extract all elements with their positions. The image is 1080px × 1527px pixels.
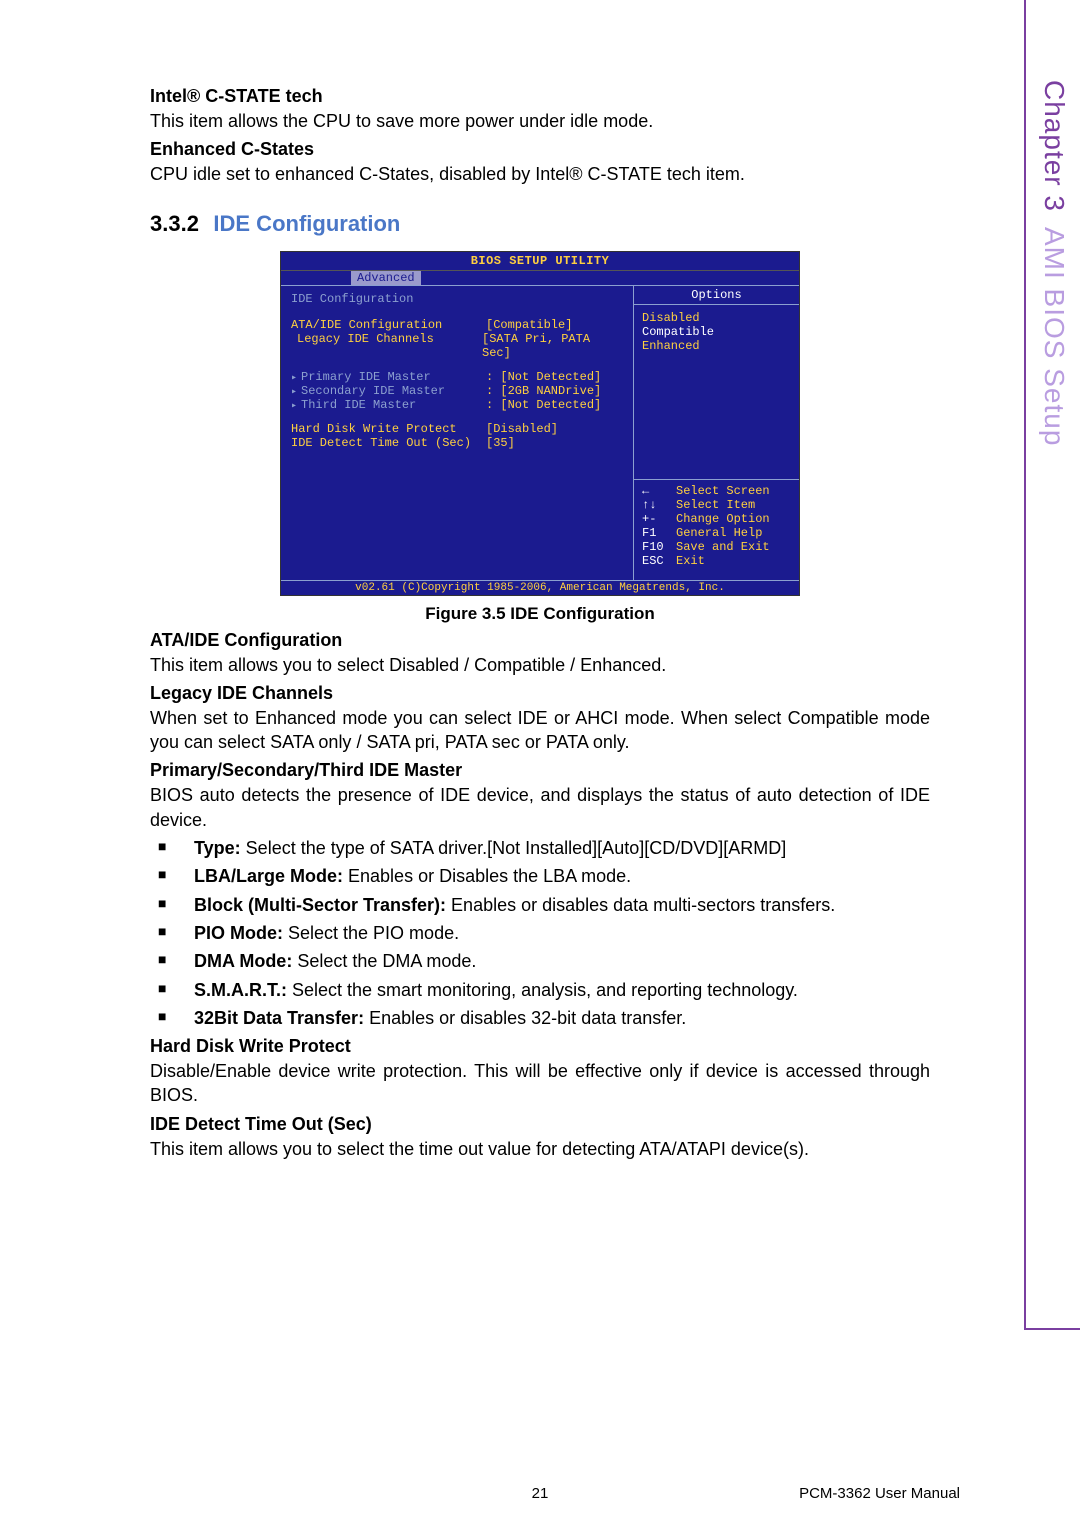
bios-row-value: : [2GB NANDrive]: [486, 384, 601, 398]
section-header: 3.3.2 IDE Configuration: [150, 211, 930, 237]
bios-nav-help: ←Select Screen ↑↓Select Item +-Change Op…: [634, 480, 799, 574]
nav-key: ←: [642, 484, 676, 498]
bios-option-selected[interactable]: Compatible: [642, 325, 791, 339]
section-num: 3.3.2: [150, 211, 199, 236]
bullet-text: Enables or disables data multi-sectors t…: [446, 895, 835, 915]
bullet-text: Select the DMA mode.: [292, 951, 476, 971]
bios-row-label: Primary IDE Master: [291, 370, 486, 384]
nav-text: Save and Exit: [676, 540, 770, 554]
bios-left-panel: IDE Configuration ATA/IDE Configuration …: [281, 286, 634, 580]
bios-row[interactable]: IDE Detect Time Out (Sec) [35]: [291, 436, 623, 450]
para-ide-detect: This item allows you to select the time …: [150, 1137, 930, 1161]
bullet-bold: LBA/Large Mode:: [194, 866, 343, 886]
bios-right-panel: Options Disabled Compatible Enhanced ←Se…: [634, 286, 799, 580]
list-item: PIO Mode: Select the PIO mode.: [154, 921, 930, 945]
bios-row[interactable]: Legacy IDE Channels [SATA Pri, PATA Sec]: [291, 332, 623, 360]
para-legacy-ide: When set to Enhanced mode you can select…: [150, 706, 930, 755]
nav-text: General Help: [676, 526, 762, 540]
bullet-text: Select the smart monitoring, analysis, a…: [287, 980, 798, 1000]
list-item: LBA/Large Mode: Enables or Disables the …: [154, 864, 930, 888]
bios-options-box: Disabled Compatible Enhanced: [634, 305, 799, 475]
nav-text: Select Screen: [676, 484, 770, 498]
section-title: IDE Configuration: [213, 211, 400, 236]
nav-text: Select Item: [676, 498, 755, 512]
bios-row-value: [SATA Pri, PATA Sec]: [482, 332, 623, 360]
hdr-legacy-ide: Legacy IDE Channels: [150, 683, 930, 704]
bios-master-row[interactable]: Primary IDE Master : [Not Detected]: [291, 370, 623, 384]
bios-menubar: Advanced: [281, 271, 799, 285]
bios-option[interactable]: Enhanced: [642, 339, 791, 353]
list-item: Type: Select the type of SATA driver.[No…: [154, 836, 930, 860]
bios-body: IDE Configuration ATA/IDE Configuration …: [281, 285, 799, 580]
bios-row-value: [Disabled]: [486, 422, 558, 436]
bios-master-row[interactable]: Third IDE Master : [Not Detected]: [291, 398, 623, 412]
hdr-ata-ide: ATA/IDE Configuration: [150, 630, 930, 651]
para-ide-master: BIOS auto detects the presence of IDE de…: [150, 783, 930, 832]
bios-row[interactable]: ATA/IDE Configuration [Compatible]: [291, 318, 623, 332]
hdr-write-protect: Hard Disk Write Protect: [150, 1036, 930, 1057]
bullet-bold: DMA Mode:: [194, 951, 292, 971]
page-body: Intel® C-STATE tech This item allows the…: [0, 0, 1080, 1527]
list-item: Block (Multi-Sector Transfer): Enables o…: [154, 893, 930, 917]
bullet-bold: PIO Mode:: [194, 923, 283, 943]
bios-row-label: IDE Detect Time Out (Sec): [291, 436, 486, 450]
hdr-enh-cstates: Enhanced C-States: [150, 139, 930, 160]
nav-key: ESC: [642, 554, 676, 568]
nav-key: +-: [642, 512, 676, 526]
hdr-ide-detect: IDE Detect Time Out (Sec): [150, 1114, 930, 1135]
bios-row-label: Hard Disk Write Protect: [291, 422, 486, 436]
bullet-bold: 32Bit Data Transfer:: [194, 1008, 364, 1028]
manual-name: PCM-3362 User Manual: [799, 1485, 960, 1502]
bios-row-value: : [Not Detected]: [486, 398, 601, 412]
list-item: S.M.A.R.T.: Select the smart monitoring,…: [154, 978, 930, 1002]
bios-option[interactable]: Disabled: [642, 311, 791, 325]
bios-row-value: [35]: [486, 436, 515, 450]
bios-tab-advanced[interactable]: Advanced: [351, 271, 421, 285]
bullet-bold: Type:: [194, 838, 241, 858]
bios-screenshot: BIOS SETUP UTILITY Advanced IDE Configur…: [280, 251, 800, 596]
content: Intel® C-STATE tech This item allows the…: [150, 86, 930, 1161]
bios-options-header: Options: [634, 286, 799, 305]
bullet-bold: Block (Multi-Sector Transfer):: [194, 895, 446, 915]
list-item: 32Bit Data Transfer: Enables or disables…: [154, 1006, 930, 1030]
bios-row-label: Secondary IDE Master: [291, 384, 486, 398]
bios-panel-header: IDE Configuration: [291, 292, 623, 306]
bullet-bold: S.M.A.R.T.:: [194, 980, 287, 1000]
bios-row-label: Third IDE Master: [291, 398, 486, 412]
nav-key: ↑↓: [642, 498, 676, 512]
bios-row-value: : [Not Detected]: [486, 370, 601, 384]
bullet-text: Select the PIO mode.: [283, 923, 459, 943]
nav-key: F1: [642, 526, 676, 540]
bios-row[interactable]: Hard Disk Write Protect [Disabled]: [291, 422, 623, 436]
bullet-list: Type: Select the type of SATA driver.[No…: [154, 836, 930, 1030]
nav-text: Exit: [676, 554, 705, 568]
bios-copyright: v02.61 (C)Copyright 1985-2006, American …: [281, 580, 799, 595]
bios-row-label: ATA/IDE Configuration: [291, 318, 486, 332]
para-cstate: This item allows the CPU to save more po…: [150, 109, 930, 133]
nav-key: F10: [642, 540, 676, 554]
bullet-text: Enables or disables 32-bit data transfer…: [364, 1008, 686, 1028]
bios-row-value: [Compatible]: [486, 318, 572, 332]
bullet-text: Enables or Disables the LBA mode.: [343, 866, 631, 886]
figure-caption: Figure 3.5 IDE Configuration: [150, 604, 930, 624]
bios-title: BIOS SETUP UTILITY: [281, 252, 799, 271]
para-enh-cstates: CPU idle set to enhanced C-States, disab…: [150, 162, 930, 186]
bullet-text: Select the type of SATA driver.[Not Inst…: [241, 838, 787, 858]
list-item: DMA Mode: Select the DMA mode.: [154, 949, 930, 973]
hdr-cstate: Intel® C-STATE tech: [150, 86, 930, 107]
hdr-ide-master: Primary/Secondary/Third IDE Master: [150, 760, 930, 781]
para-write-protect: Disable/Enable device write protection. …: [150, 1059, 930, 1108]
page-number: 21: [532, 1485, 549, 1502]
nav-text: Change Option: [676, 512, 770, 526]
bios-row-label: Legacy IDE Channels: [291, 332, 482, 360]
bios-master-row[interactable]: Secondary IDE Master : [2GB NANDrive]: [291, 384, 623, 398]
para-ata-ide: This item allows you to select Disabled …: [150, 653, 930, 677]
